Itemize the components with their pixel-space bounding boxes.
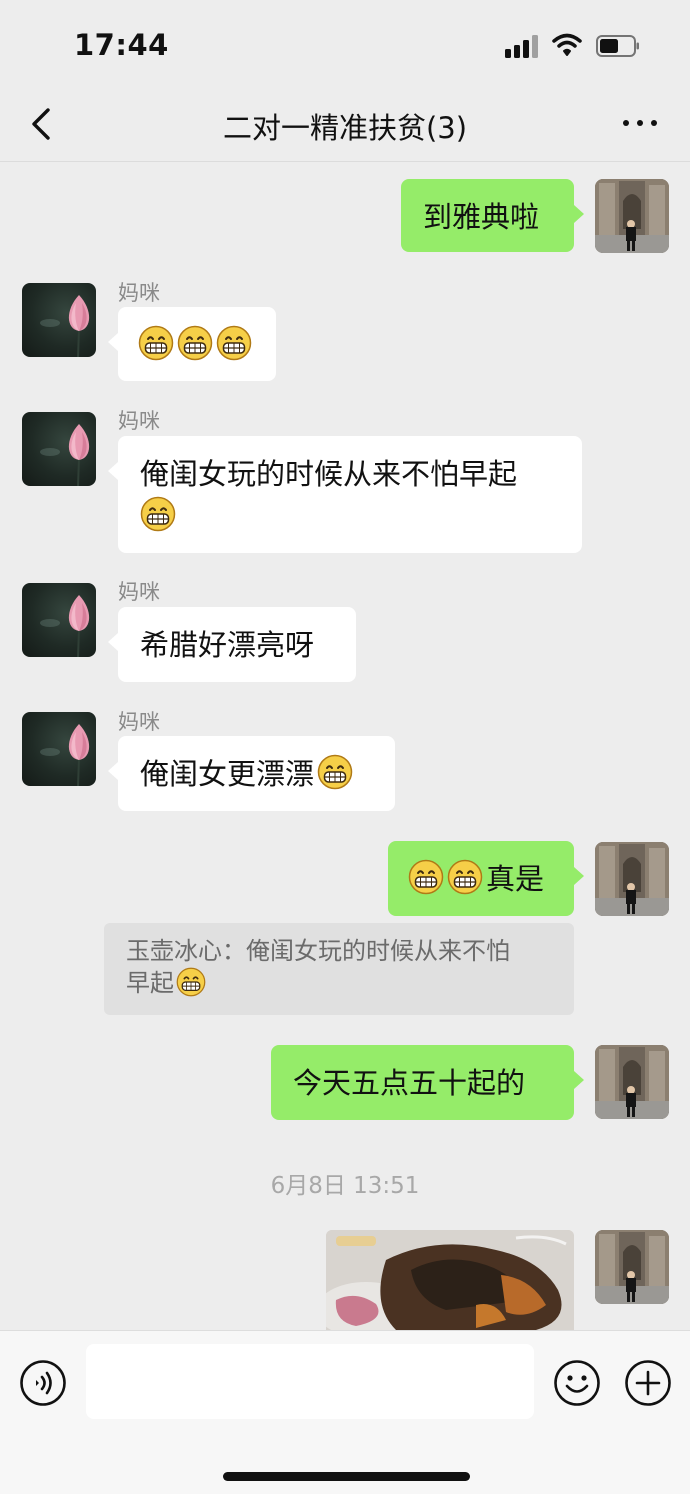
chat-header: 二对一精准扶贫(3) (0, 90, 690, 162)
chat-title: 二对一精准扶贫(3) (222, 111, 468, 145)
more-dots-icon[interactable] (618, 110, 662, 136)
outgoing-message[interactable]: 到雅典啦 (401, 179, 584, 252)
wifi-icon (552, 33, 582, 56)
grinning-face-icon (408, 859, 444, 895)
input-bar (0, 1330, 690, 1494)
outgoing-message[interactable]: 今天五点五十起的 (271, 1045, 584, 1120)
sender-name: 妈咪 (118, 710, 160, 734)
status-bar: 17:44 (0, 0, 690, 90)
incoming-message[interactable]: 俺闺女更漂漂 (108, 736, 395, 811)
incoming-message[interactable] (108, 307, 276, 381)
grinning-face-icon (138, 325, 174, 361)
chat-screen: 17:44 二对一精准扶贫(3) 到雅典啦 妈咪 妈咪 俺闺女玩的时候从来不怕早… (0, 0, 690, 1494)
mom-avatar[interactable] (22, 583, 96, 657)
mom-avatar[interactable] (22, 412, 96, 486)
message-timestamp: 6月8日 13:51 (270, 1173, 420, 1199)
cellular-signal-icon (505, 34, 541, 58)
grinning-face-icon (317, 754, 353, 790)
my-avatar[interactable] (595, 1230, 669, 1304)
food-image (326, 1230, 574, 1330)
message-text: 今天五点五十起的 (293, 1066, 526, 1100)
mom-avatar[interactable] (22, 283, 96, 357)
battery-icon (596, 35, 639, 57)
mom-avatar[interactable] (22, 712, 96, 786)
grinning-face-icon (140, 496, 176, 532)
photo-message[interactable] (326, 1230, 574, 1330)
message-text: 俺闺女玩的时候从来不怕早起 (140, 457, 518, 491)
voice-icon[interactable] (19, 1359, 67, 1407)
grinning-face-icon (447, 859, 483, 895)
sender-name: 妈咪 (118, 281, 160, 305)
grinning-face-icon (176, 967, 206, 997)
status-time: 17:44 (74, 28, 169, 62)
quoted-message[interactable]: 玉壶冰心：俺闺女玩的时候从来不怕 早起 (104, 923, 574, 1015)
my-avatar[interactable] (595, 1045, 669, 1119)
smiley-icon[interactable] (553, 1359, 601, 1407)
home-indicator[interactable] (223, 1472, 470, 1481)
sender-name: 妈咪 (118, 580, 160, 604)
outgoing-message[interactable]: 真是 (388, 841, 584, 916)
plus-icon[interactable] (624, 1359, 672, 1407)
message-text: 真是 (486, 862, 545, 896)
grinning-face-icon (177, 325, 213, 361)
my-avatar[interactable] (595, 842, 669, 916)
message-input[interactable] (86, 1344, 534, 1419)
incoming-message[interactable]: 俺闺女玩的时候从来不怕早起 (108, 436, 582, 553)
message-text: 俺闺女更漂漂 (140, 757, 315, 791)
message-text: 到雅典啦 (423, 200, 540, 234)
grinning-face-icon (216, 325, 252, 361)
quote-text-line-2: 早起 (126, 969, 174, 997)
message-text: 希腊好漂亮呀 (140, 628, 315, 662)
incoming-message[interactable]: 希腊好漂亮呀 (108, 607, 356, 682)
my-avatar[interactable] (595, 179, 669, 253)
sender-name: 妈咪 (118, 409, 160, 433)
quote-text-line-1: 玉壶冰心：俺闺女玩的时候从来不怕 (126, 937, 510, 965)
